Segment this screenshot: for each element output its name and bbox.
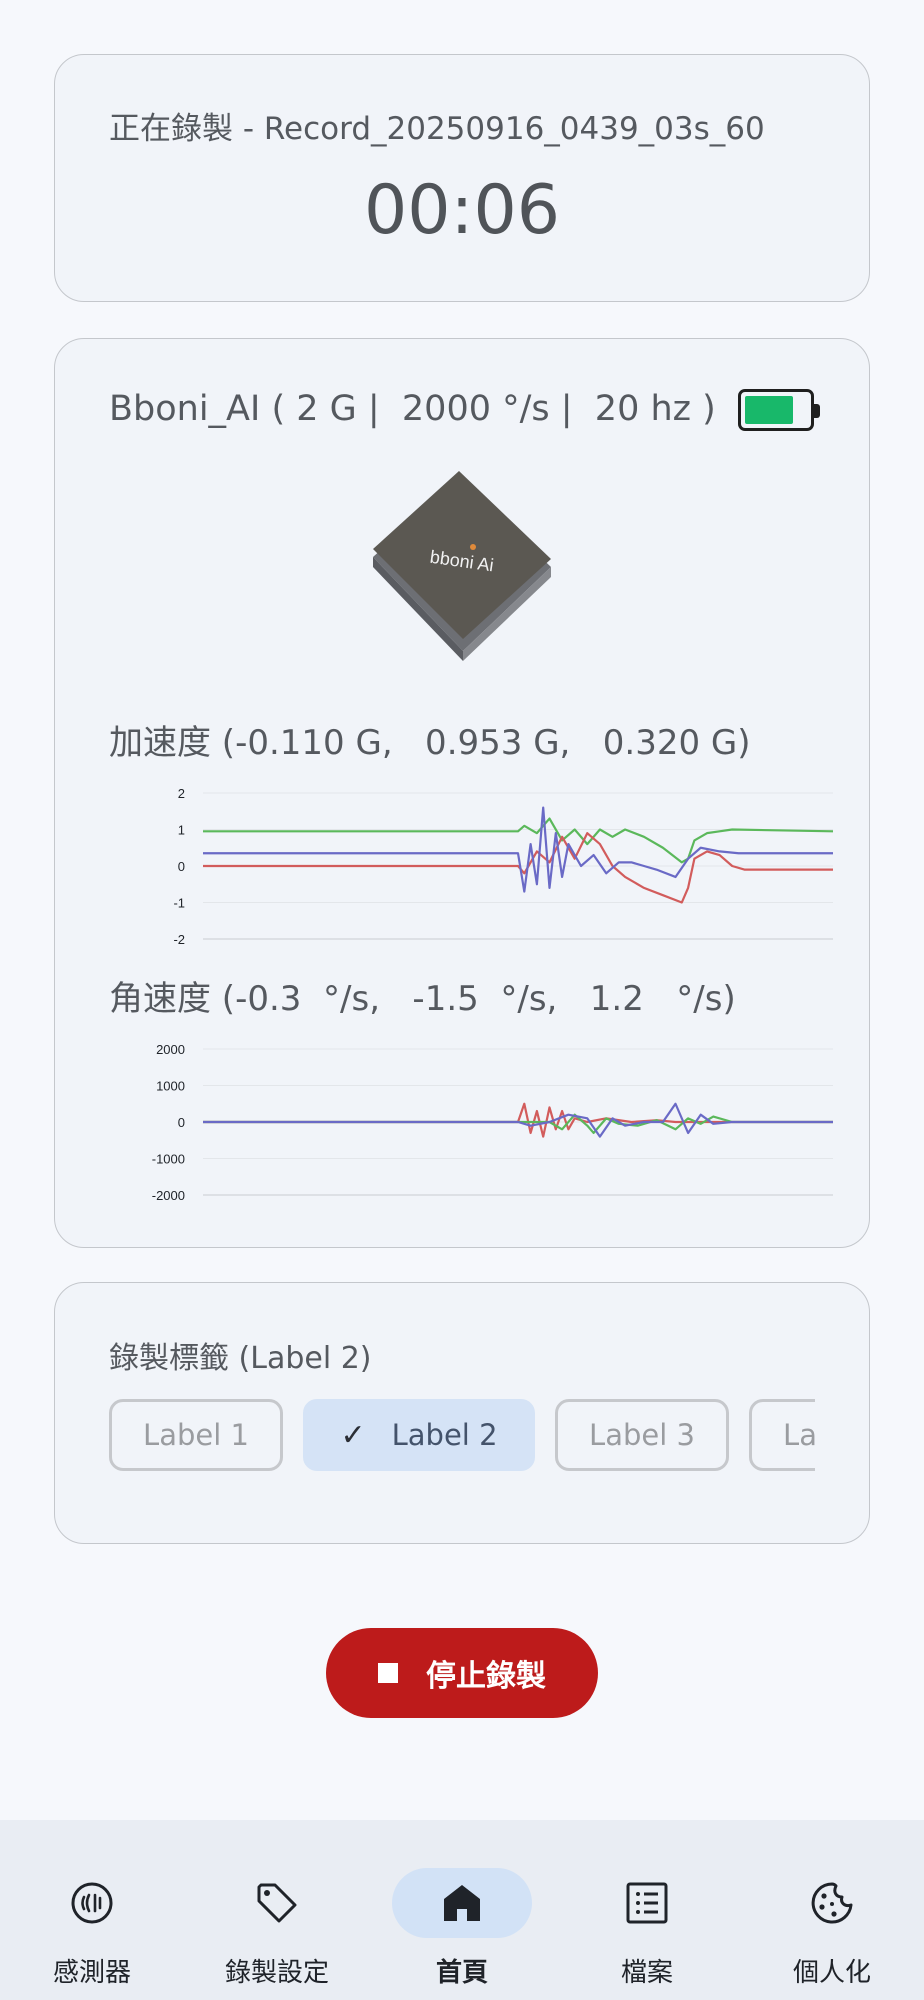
device-card: Bboni_AI ( 2 G | 2000 °/s | 20 hz ) bbon… — [54, 338, 870, 1248]
home-icon — [444, 1885, 480, 1921]
nav-item-record-settings[interactable]: 錄製設定 — [185, 1848, 369, 1988]
nav-label-record-settings: 錄製設定 — [224, 1958, 329, 1988]
nav-label-sensor: 感測器 — [52, 1958, 131, 1988]
y-tick-label: 1000 — [156, 1079, 185, 1094]
y-tick-label: 1 — [178, 823, 185, 838]
chip-label: Label 2 — [391, 1418, 498, 1452]
stop-recording-label: 停止錄製 — [426, 1659, 546, 1694]
angular-velocity-chart: 2000 1000 0 -1000 -2000 — [152, 1042, 833, 1203]
label-section-title: 錄製標籤 (Label 2) — [109, 1341, 372, 1376]
recording-title: 正在錄製 - Record_20250916_0439_03s_60 — [109, 111, 765, 147]
label-chip-4[interactable]: Label 4 — [749, 1399, 815, 1471]
stop-icon — [378, 1663, 398, 1683]
nav-item-files[interactable]: 檔案 — [555, 1848, 739, 1988]
label-chip-3[interactable]: Label 3 — [555, 1399, 729, 1471]
battery-level — [745, 396, 793, 424]
device-title: Bboni_AI ( 2 G | 2000 °/s | 20 hz ) — [109, 389, 716, 429]
chip-label: Label 3 — [589, 1418, 695, 1452]
y-tick-label: -1 — [173, 896, 185, 911]
label-chip-1[interactable]: Label 1 — [109, 1399, 283, 1471]
y-tick-label: -1000 — [152, 1152, 185, 1167]
series-line-0 — [203, 1102, 833, 1138]
tag-icon — [257, 1883, 297, 1923]
nav-label-home: 首頁 — [435, 1958, 488, 1988]
nav-item-sensor[interactable]: 感測器 — [0, 1848, 184, 1988]
nav-item-personalize[interactable]: 個人化 — [740, 1848, 924, 1988]
palette-icon — [811, 1882, 853, 1924]
label-chip-row[interactable]: Label 1 ✓ Label 2 Label 3 Label 4 — [109, 1399, 815, 1475]
sensor-icon — [71, 1882, 113, 1924]
y-tick-label: 2000 — [156, 1042, 185, 1057]
acceleration-chart: 2 1 0 -1 -2 — [173, 786, 834, 947]
acceleration-title: 加速度 (-0.110 G, 0.953 G, 0.320 G) — [109, 723, 751, 763]
device-chip-image: bboni Ai — [373, 471, 551, 661]
nav-item-home[interactable]: 首頁 — [370, 1848, 554, 1988]
angular-velocity-title: 角速度 (-0.3 °/s, -1.5 °/s, 1.2 °/s) — [109, 979, 736, 1019]
y-tick-label: 0 — [178, 859, 185, 874]
series-line-2 — [203, 806, 833, 893]
y-tick-label: -2000 — [152, 1188, 185, 1203]
bottom-navigation: 感測器 錄製設定 首頁 檔案 個人化 — [0, 1820, 924, 2000]
y-tick-label: 0 — [178, 1115, 185, 1130]
nav-label-personalize: 個人化 — [792, 1958, 871, 1988]
battery-full-icon — [738, 389, 820, 431]
chip-label: Label 1 — [143, 1418, 249, 1452]
series-line-1 — [203, 832, 833, 904]
label-card: 錄製標籤 (Label 2) Label 1 ✓ Label 2 Label 3… — [54, 1282, 870, 1544]
chip-label: Label 4 — [783, 1418, 815, 1452]
y-tick-label: -2 — [173, 932, 185, 947]
check-icon: ✓ — [340, 1417, 366, 1453]
recording-timer: 00:06 — [364, 171, 560, 250]
recording-card: 正在錄製 - Record_20250916_0439_03s_60 00:06 — [54, 54, 870, 302]
series-line-1 — [203, 1113, 833, 1135]
label-chip-2[interactable]: ✓ Label 2 — [303, 1399, 535, 1471]
nav-label-files: 檔案 — [620, 1958, 673, 1988]
stop-recording-button[interactable]: 停止錄製 — [326, 1628, 598, 1718]
y-tick-label: 2 — [178, 786, 185, 801]
list-icon — [626, 1882, 668, 1924]
